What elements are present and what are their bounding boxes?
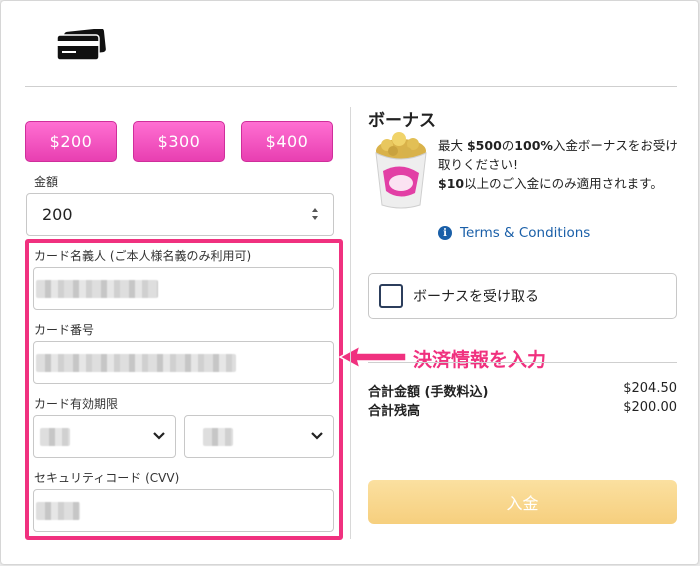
expiry-year-select[interactable] <box>184 415 334 458</box>
bonus-checkbox[interactable] <box>379 284 403 308</box>
amount-value: 200 <box>42 205 73 224</box>
card-expiry-label: カード有効期限 <box>34 397 119 411</box>
annotation-arrow-icon <box>338 344 407 370</box>
amount-input[interactable]: 200 <box>26 193 334 236</box>
amount-200-button[interactable]: $200 <box>25 121 117 162</box>
amount-400-button[interactable]: $400 <box>241 121 333 162</box>
total-amount-label: 合計金額 (手数料込) <box>368 385 489 400</box>
stepper-icon[interactable] <box>311 207 319 221</box>
expiry-year-redacted <box>203 428 233 446</box>
annotation-text: 決済情報を入力 <box>413 349 547 371</box>
header-divider <box>25 86 677 87</box>
total-balance-label: 合計残高 <box>368 404 421 419</box>
deposit-button[interactable]: 入金 <box>368 480 677 524</box>
bonus-opt-in[interactable]: ボーナスを受け取る <box>368 273 677 319</box>
total-balance-row: 合計残高 $200.00 <box>368 400 677 419</box>
amount-300-button[interactable]: $300 <box>133 121 225 162</box>
total-balance-value: $200.00 <box>623 400 677 415</box>
expiry-month-redacted <box>40 428 70 446</box>
cvv-redacted <box>36 502 80 520</box>
card-holder-input[interactable] <box>33 267 334 310</box>
vera-john-bucket-icon <box>375 132 427 209</box>
terms-link[interactable]: i Terms & Conditions <box>438 225 590 241</box>
amount-label: 金額 <box>34 175 59 189</box>
cvv-input[interactable] <box>33 489 334 532</box>
card-number-input[interactable] <box>33 341 334 384</box>
bonus-description: 最大 $500の100%入金ボーナスをお受け取りください! $10以上のご入金に… <box>438 138 678 191</box>
summary-divider <box>368 362 677 363</box>
card-number-label: カード番号 <box>34 323 95 337</box>
deposit-panel: $200 $300 $400 金額 200 カード名義人 (ご本人様名義のみ利用… <box>1 1 698 564</box>
card-number-redacted <box>36 354 236 372</box>
card-holder-redacted <box>36 280 158 298</box>
expiry-month-select[interactable] <box>33 415 176 458</box>
bonus-title: ボーナス <box>368 111 436 131</box>
terms-link-label: Terms & Conditions <box>460 225 591 241</box>
chevron-down-icon <box>311 432 323 440</box>
credit-card-icon <box>56 29 106 61</box>
card-holder-label: カード名義人 (ご本人様名義のみ利用可) <box>34 249 252 263</box>
cvv-label: セキュリティコード (CVV) <box>34 471 180 485</box>
bonus-checkbox-label: ボーナスを受け取る <box>413 289 539 305</box>
info-icon: i <box>438 226 452 240</box>
column-divider <box>350 107 351 539</box>
chevron-down-icon <box>153 432 165 440</box>
total-amount-value: $204.50 <box>623 381 677 396</box>
total-amount-row: 合計金額 (手数料込) $204.50 <box>368 381 677 400</box>
